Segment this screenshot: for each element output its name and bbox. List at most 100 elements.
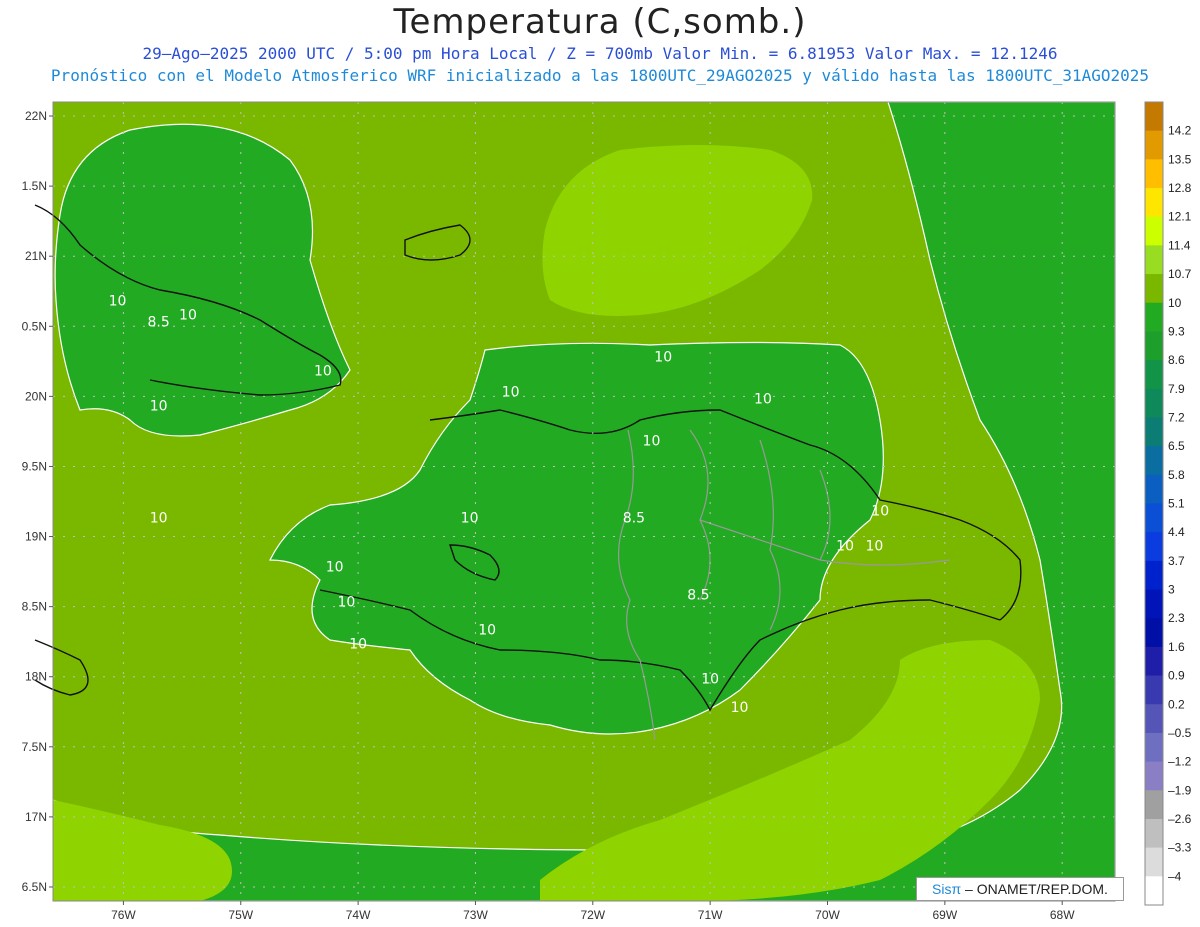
lat-label: 8.5N bbox=[22, 600, 47, 614]
lon-label: 70W bbox=[815, 908, 840, 922]
lon-label: 73W bbox=[463, 908, 488, 922]
contour-label: 10 bbox=[109, 293, 127, 309]
legend-swatch bbox=[1145, 245, 1163, 275]
legend-label: 1.6 bbox=[1168, 640, 1185, 654]
legend-label: 7.9 bbox=[1168, 382, 1185, 396]
legend-label: 6.5 bbox=[1168, 439, 1185, 453]
legend-label: –1.2 bbox=[1168, 755, 1192, 769]
legend-swatch bbox=[1145, 560, 1163, 591]
legend-swatch bbox=[1145, 646, 1163, 677]
lon-label: 71W bbox=[698, 908, 723, 922]
contour-label: 10 bbox=[731, 700, 749, 716]
legend-swatch bbox=[1145, 360, 1163, 390]
contour-label: 10 bbox=[461, 511, 479, 527]
legend-swatch bbox=[1145, 618, 1163, 648]
legend-label: 7.2 bbox=[1168, 410, 1185, 424]
legend-swatch bbox=[1145, 159, 1163, 189]
legend-swatch bbox=[1145, 388, 1163, 418]
lat-label: 22N bbox=[25, 109, 47, 123]
legend-swatch bbox=[1145, 446, 1163, 476]
contour-label: 10 bbox=[314, 363, 332, 379]
contour-label: 10 bbox=[502, 384, 520, 400]
lat-label: 1.5N bbox=[22, 179, 47, 193]
legend-swatch bbox=[1145, 847, 1163, 877]
legend-label: 2.3 bbox=[1168, 611, 1185, 625]
legend-label: 4.4 bbox=[1168, 525, 1185, 539]
lon-label: 69W bbox=[933, 908, 958, 922]
contour-label: 10 bbox=[349, 637, 367, 653]
contour-label: 8.5 bbox=[623, 511, 645, 527]
legend-swatch bbox=[1145, 216, 1163, 246]
contour-label: 10 bbox=[866, 539, 884, 555]
legend-swatch bbox=[1145, 331, 1163, 361]
sispi-logo-text: Sisπ bbox=[932, 881, 962, 897]
contour-label: 10 bbox=[326, 560, 344, 576]
legend-swatch bbox=[1145, 818, 1163, 849]
legend-swatch bbox=[1145, 675, 1163, 705]
legend-swatch bbox=[1145, 732, 1163, 763]
legend-swatch bbox=[1145, 790, 1163, 820]
legend-label: 3.7 bbox=[1168, 554, 1185, 568]
legend-swatch bbox=[1145, 589, 1163, 619]
lon-label: 76W bbox=[111, 908, 136, 922]
legend-swatch bbox=[1145, 876, 1163, 906]
legend-label: 13.5 bbox=[1168, 152, 1192, 166]
contour-label: 10 bbox=[150, 511, 168, 527]
legend-label: 0.9 bbox=[1168, 669, 1185, 683]
legend-label: –4 bbox=[1168, 869, 1182, 883]
lon-label: 75W bbox=[228, 908, 253, 922]
legend-label: 3 bbox=[1168, 583, 1175, 597]
legend-swatch bbox=[1145, 102, 1163, 132]
contour-label: 10 bbox=[701, 672, 719, 688]
legend-swatch bbox=[1145, 274, 1163, 304]
legend-label: 10 bbox=[1168, 296, 1182, 310]
lat-label: 9.5N bbox=[22, 459, 47, 473]
legend-label: 12.1 bbox=[1168, 210, 1192, 224]
legend-label: 14.2 bbox=[1168, 124, 1192, 138]
lat-label: 18N bbox=[25, 670, 47, 684]
color-legend: 14.2 13.5 12.8 12.1 11.4 10.7 10 9.3 8.6 7.9 7.2 6.… bbox=[1144, 101, 1192, 906]
legend-label: 11.4 bbox=[1168, 238, 1191, 252]
lon-label: 74W bbox=[346, 908, 371, 922]
contour-label: 10 bbox=[836, 539, 854, 555]
legend-label: –0.5 bbox=[1168, 726, 1192, 740]
lat-label: 0.5N bbox=[22, 319, 47, 333]
legend-swatch bbox=[1145, 302, 1163, 332]
lon-label: 72W bbox=[580, 908, 605, 922]
credit-box: Sisπ – ONAMET/REP.DOM. bbox=[916, 877, 1124, 901]
legend-label: –1.9 bbox=[1168, 783, 1192, 797]
legend-label: 5.8 bbox=[1168, 468, 1185, 482]
lat-label: 17N bbox=[25, 810, 47, 824]
lat-label: 20N bbox=[25, 389, 47, 403]
lat-label: 6.5N bbox=[22, 880, 47, 894]
legend-swatch bbox=[1145, 761, 1163, 791]
legend-swatch bbox=[1145, 474, 1163, 504]
legend-swatch bbox=[1145, 188, 1163, 218]
legend-label: 5.1 bbox=[1168, 497, 1185, 511]
contour-label: 8.5 bbox=[687, 588, 709, 604]
legend-swatch bbox=[1145, 532, 1163, 562]
contour-label: 10 bbox=[643, 433, 661, 449]
lon-label: 68W bbox=[1050, 908, 1075, 922]
legend-swatch bbox=[1145, 704, 1163, 734]
contour-label: 8.5 bbox=[147, 314, 169, 330]
contour-label: 10 bbox=[179, 307, 197, 323]
latitude-labels: 22N 1.5N 21N 0.5N 20N 9.5N 19N 8.5N 18N 7.5N 17N 6.… bbox=[22, 109, 53, 894]
temperature-map: 22N 1.5N 21N 0.5N 20N 9.5N 19N 8.5N 18N 7.5N 17N 6.… bbox=[22, 101, 1192, 922]
legend-label: 12.8 bbox=[1168, 181, 1192, 195]
contour-label: 10 bbox=[478, 623, 496, 639]
contour-label: 10 bbox=[871, 504, 889, 520]
legend-label: 9.3 bbox=[1168, 324, 1185, 338]
legend-label: –2.6 bbox=[1168, 812, 1192, 826]
legend-swatch bbox=[1145, 130, 1163, 160]
lat-label: 21N bbox=[25, 249, 47, 263]
lat-label: 7.5N bbox=[22, 740, 47, 754]
lat-label: 19N bbox=[25, 530, 47, 544]
credit-text: – ONAMET/REP.DOM. bbox=[961, 881, 1108, 897]
legend-swatch bbox=[1145, 503, 1163, 533]
contour-label: 10 bbox=[754, 391, 772, 407]
contour-label: 10 bbox=[150, 398, 168, 414]
legend-label: 0.2 bbox=[1168, 697, 1185, 711]
legend-label: 8.6 bbox=[1168, 353, 1185, 367]
legend-swatch bbox=[1145, 417, 1163, 447]
